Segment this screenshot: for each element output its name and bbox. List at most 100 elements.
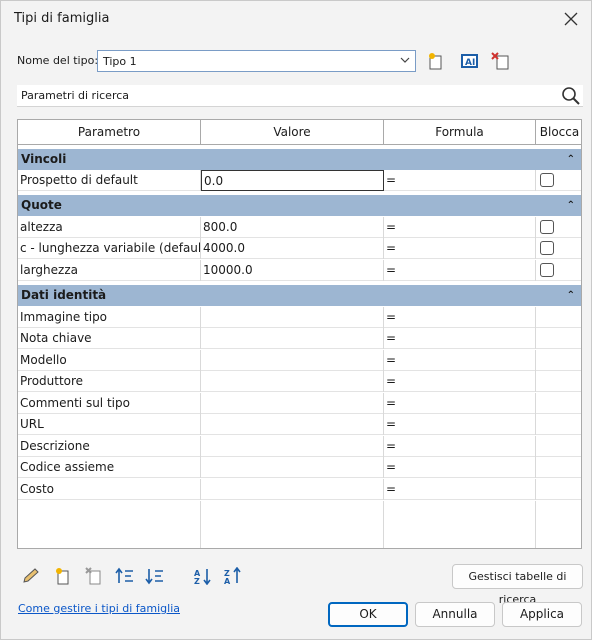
param-value-input[interactable]: 0.0 [201, 170, 384, 191]
param-name: Codice assieme [18, 457, 201, 478]
delete-type-icon[interactable] [490, 51, 512, 71]
move-up-icon[interactable] [115, 567, 135, 585]
param-formula[interactable]: = [384, 328, 536, 349]
param-lock-cell [536, 436, 581, 457]
group-title: Quote [21, 198, 62, 212]
param-value[interactable] [201, 436, 384, 457]
group-header-quote[interactable]: Quote ⌃ [18, 195, 581, 216]
group-header-vincoli[interactable]: Vincoli ⌃ [18, 149, 581, 170]
svg-text:Z: Z [194, 577, 200, 585]
param-name: altezza [18, 217, 201, 238]
param-name: Descrizione [18, 436, 201, 457]
param-lock-cell [536, 457, 581, 478]
param-formula[interactable]: = [384, 238, 536, 259]
empty-cell [384, 501, 536, 548]
table-row[interactable]: URL = [18, 414, 581, 435]
table-row[interactable]: Immagine tipo = [18, 307, 581, 328]
param-lock-cell [536, 371, 581, 392]
collapse-icon[interactable]: ⌃ [567, 195, 575, 216]
param-name: Costo [18, 479, 201, 500]
param-name: Nota chiave [18, 328, 201, 349]
parameter-search-input[interactable]: Parametri di ricerca [17, 85, 583, 107]
param-lock-cell [536, 350, 581, 371]
ok-button[interactable]: OK [328, 602, 408, 627]
header-lock[interactable]: Blocca [536, 120, 581, 145]
group-header-dati-identita[interactable]: Dati identità ⌃ [18, 285, 581, 306]
collapse-icon[interactable]: ⌃ [567, 149, 575, 170]
table-row[interactable]: altezza 800.0 = [18, 217, 581, 238]
empty-cell [201, 501, 384, 548]
table-row[interactable]: Produttore = [18, 371, 581, 392]
table-empty-area [18, 501, 581, 548]
param-value[interactable] [201, 479, 384, 500]
table-row[interactable]: Commenti sul tipo = [18, 393, 581, 414]
param-value[interactable] [201, 328, 384, 349]
param-formula[interactable]: = [384, 217, 536, 238]
param-name: Prospetto di default [18, 170, 201, 191]
table-row[interactable]: larghezza 10000.0 = [18, 260, 581, 281]
param-formula[interactable]: = [384, 436, 536, 457]
param-formula[interactable]: = [384, 260, 536, 281]
search-placeholder: Parametri di ricerca [21, 89, 130, 102]
lock-checkbox[interactable] [540, 263, 554, 277]
collapse-icon[interactable]: ⌃ [567, 285, 575, 306]
sort-ascending-icon[interactable]: AZ [193, 567, 213, 586]
param-formula[interactable]: = [384, 350, 536, 371]
header-parameter[interactable]: Parametro [18, 120, 201, 145]
pencil-icon[interactable] [21, 567, 41, 585]
param-formula[interactable]: = [384, 170, 536, 191]
param-value[interactable] [201, 371, 384, 392]
family-types-dialog: Tipi di famiglia Nome del tipo: Tipo 1 A… [0, 0, 592, 640]
group-title: Dati identità [21, 288, 107, 302]
header-formula[interactable]: Formula [384, 120, 536, 145]
param-formula[interactable]: = [384, 393, 536, 414]
param-value[interactable] [201, 393, 384, 414]
table-row[interactable]: Nota chiave = [18, 328, 581, 349]
param-value[interactable] [201, 414, 384, 435]
param-value[interactable] [201, 307, 384, 328]
type-name-value: Tipo 1 [103, 55, 137, 68]
new-type-icon[interactable] [425, 51, 447, 71]
help-link[interactable]: Come gestire i tipi di famiglia [18, 602, 180, 615]
param-value[interactable]: 10000.0 [201, 260, 384, 281]
param-formula[interactable]: = [384, 457, 536, 478]
param-lock-cell [536, 307, 581, 328]
param-lock-cell [536, 479, 581, 500]
apply-button[interactable]: Applica [502, 602, 582, 627]
header-value[interactable]: Valore [201, 120, 384, 145]
param-formula[interactable]: = [384, 371, 536, 392]
title-bar: Tipi di famiglia [1, 1, 591, 37]
lock-checkbox[interactable] [540, 173, 554, 187]
delete-parameter-icon[interactable] [85, 567, 105, 585]
param-formula[interactable]: = [384, 414, 536, 435]
lock-checkbox[interactable] [540, 220, 554, 234]
lock-checkbox[interactable] [540, 241, 554, 255]
manage-lookup-tables-button[interactable]: Gestisci tabelle di ricerca [452, 564, 583, 606]
param-name: larghezza [18, 260, 201, 281]
rename-type-icon[interactable]: AI [459, 51, 481, 71]
table-row[interactable]: Codice assieme = [18, 457, 581, 478]
new-parameter-icon[interactable] [53, 567, 73, 585]
param-name: Modello [18, 350, 201, 371]
param-value[interactable] [201, 457, 384, 478]
param-lock-cell [536, 328, 581, 349]
table-row[interactable]: Costo = [18, 479, 581, 500]
table-header: Parametro Valore Formula Blocca [18, 120, 581, 145]
table-row[interactable]: c - lunghezza variabile (default) 4000.0… [18, 238, 581, 259]
cancel-button[interactable]: Annulla [415, 602, 495, 627]
param-name: Commenti sul tipo [18, 393, 201, 414]
param-formula[interactable]: = [384, 307, 536, 328]
table-row[interactable]: Descrizione = [18, 436, 581, 457]
close-icon[interactable] [559, 7, 583, 31]
param-value[interactable] [201, 350, 384, 371]
sort-descending-icon[interactable]: ZA [223, 566, 243, 586]
param-name: Produttore [18, 371, 201, 392]
search-icon[interactable] [561, 86, 581, 109]
param-value[interactable]: 800.0 [201, 217, 384, 238]
table-row[interactable]: Modello = [18, 350, 581, 371]
move-down-icon[interactable] [145, 567, 165, 585]
table-row[interactable]: Prospetto di default 0.0 = [18, 170, 581, 191]
param-formula[interactable]: = [384, 479, 536, 500]
param-value[interactable]: 4000.0 [201, 238, 384, 259]
type-name-select[interactable]: Tipo 1 [97, 50, 416, 72]
